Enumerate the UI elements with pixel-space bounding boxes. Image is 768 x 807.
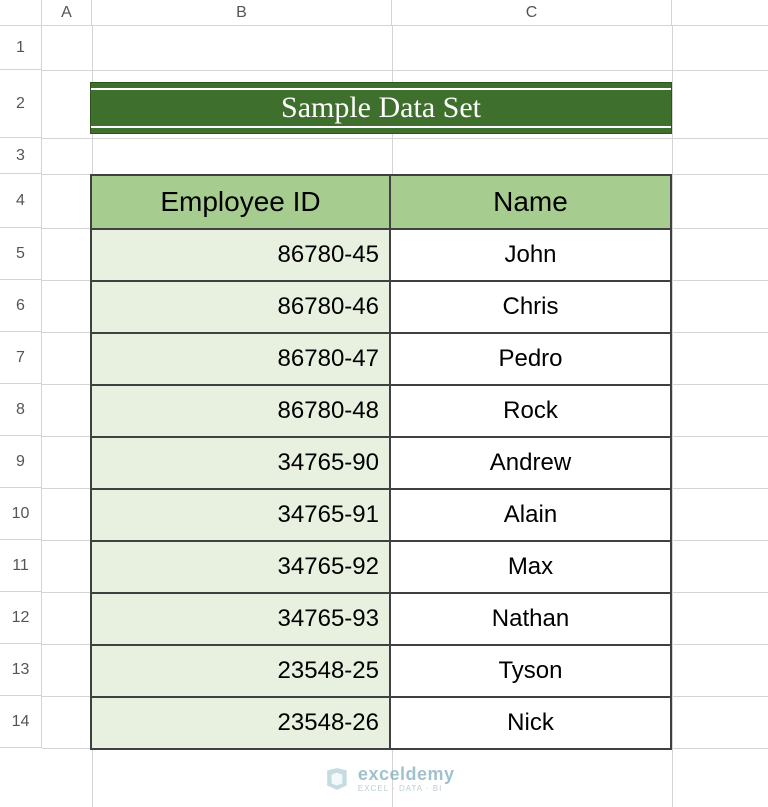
table-row: 34765-93 Nathan — [91, 593, 671, 645]
spreadsheet: A B C 1 2 3 4 5 6 7 8 9 10 11 12 13 14 — [0, 0, 768, 807]
table-row: 86780-47 Pedro — [91, 333, 671, 385]
table-row: 34765-91 Alain — [91, 489, 671, 541]
row-header-10[interactable]: 10 — [0, 488, 42, 540]
cell-employee-id[interactable]: 86780-48 — [91, 385, 390, 437]
table-row: 86780-45 John — [91, 229, 671, 281]
table-header-row: Employee ID Name — [91, 175, 671, 229]
row-header-4[interactable]: 4 — [0, 174, 42, 228]
watermark: exceldemy EXCEL · DATA · BI — [324, 765, 455, 793]
cell-name[interactable]: Nathan — [390, 593, 671, 645]
cell-employee-id[interactable]: 23548-25 — [91, 645, 390, 697]
data-table: Employee ID Name 86780-45 John 86780-46 … — [90, 174, 672, 750]
table-row: 23548-26 Nick — [91, 697, 671, 749]
cell-name[interactable]: Rock — [390, 385, 671, 437]
column-header-A[interactable]: A — [42, 0, 92, 25]
row-header-8[interactable]: 8 — [0, 384, 42, 436]
table-row: 34765-90 Andrew — [91, 437, 671, 489]
cell-employee-id[interactable]: 34765-90 — [91, 437, 390, 489]
select-all-cell[interactable] — [0, 0, 42, 25]
column-header-C[interactable]: C — [392, 0, 672, 25]
cell-employee-id[interactable]: 34765-91 — [91, 489, 390, 541]
cell-name[interactable]: John — [390, 229, 671, 281]
row-header-6[interactable]: 6 — [0, 280, 42, 332]
cell-grid[interactable]: Sample Data Set Employee ID Name 86780-4… — [42, 26, 768, 807]
row-header-13[interactable]: 13 — [0, 644, 42, 696]
cell-name[interactable]: Alain — [390, 489, 671, 541]
cell-employee-id[interactable]: 86780-47 — [91, 333, 390, 385]
sheet-title: Sample Data Set — [91, 88, 671, 129]
cell-employee-id[interactable]: 86780-46 — [91, 281, 390, 333]
cell-name[interactable]: Max — [390, 541, 671, 593]
watermark-tagline: EXCEL · DATA · BI — [358, 785, 455, 793]
row-header-5[interactable]: 5 — [0, 228, 42, 280]
table-row: 86780-48 Rock — [91, 385, 671, 437]
cell-name[interactable]: Pedro — [390, 333, 671, 385]
cell-name[interactable]: Tyson — [390, 645, 671, 697]
cell-employee-id[interactable]: 34765-92 — [91, 541, 390, 593]
row-header-12[interactable]: 12 — [0, 592, 42, 644]
row-header-11[interactable]: 11 — [0, 540, 42, 592]
logo-icon — [324, 766, 350, 792]
cell-name[interactable]: Andrew — [390, 437, 671, 489]
row-header-7[interactable]: 7 — [0, 332, 42, 384]
table-row: 23548-25 Tyson — [91, 645, 671, 697]
row-header-1[interactable]: 1 — [0, 26, 42, 70]
header-employee-id[interactable]: Employee ID — [91, 175, 390, 229]
row-header-3[interactable]: 3 — [0, 138, 42, 174]
cell-name[interactable]: Nick — [390, 697, 671, 749]
row-header-9[interactable]: 9 — [0, 436, 42, 488]
row-header-14[interactable]: 14 — [0, 696, 42, 748]
cell-name[interactable]: Chris — [390, 281, 671, 333]
table-row: 86780-46 Chris — [91, 281, 671, 333]
cell-employee-id[interactable]: 34765-93 — [91, 593, 390, 645]
watermark-brand: exceldemy — [358, 765, 455, 783]
row-header-2[interactable]: 2 — [0, 70, 42, 138]
column-headers: A B C — [0, 0, 768, 26]
row-headers: 1 2 3 4 5 6 7 8 9 10 11 12 13 14 — [0, 26, 42, 748]
column-header-B[interactable]: B — [92, 0, 392, 25]
table-row: 34765-92 Max — [91, 541, 671, 593]
cell-employee-id[interactable]: 86780-45 — [91, 229, 390, 281]
cell-employee-id[interactable]: 23548-26 — [91, 697, 390, 749]
header-name[interactable]: Name — [390, 175, 671, 229]
title-merged-cell[interactable]: Sample Data Set — [90, 82, 672, 134]
